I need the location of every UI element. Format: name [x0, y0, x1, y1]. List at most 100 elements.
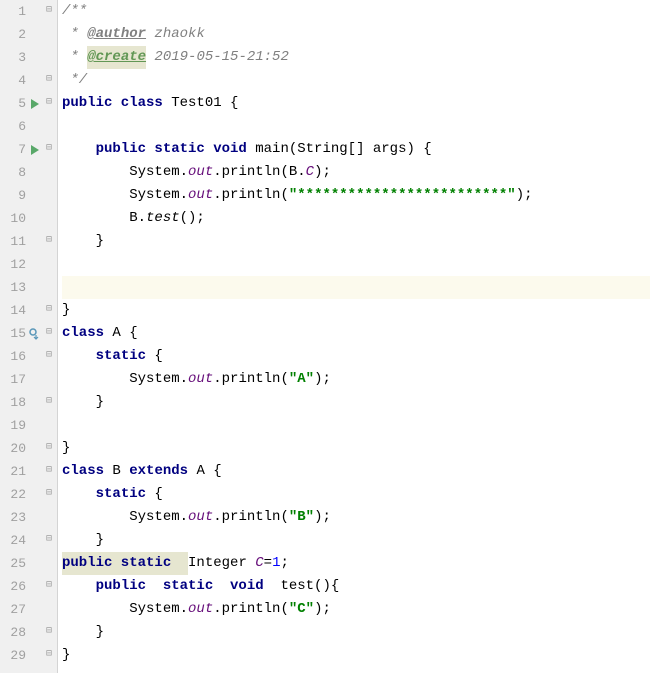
- line-number: 15: [0, 323, 28, 344]
- code-line[interactable]: B.test();: [62, 207, 650, 230]
- code-line[interactable]: }: [62, 230, 650, 253]
- code-line[interactable]: public static Integer C=1;: [62, 552, 650, 575]
- gutter-row[interactable]: 2: [0, 23, 57, 46]
- gutter-row[interactable]: 1⊟: [0, 0, 57, 23]
- gutter-row[interactable]: 5⊟: [0, 92, 57, 115]
- code-token: Test01 {: [171, 92, 238, 115]
- code-token: .println(: [213, 598, 289, 621]
- code-token: "B": [289, 506, 314, 529]
- code-line[interactable]: /**: [62, 0, 650, 23]
- code-line[interactable]: public static void main(String[] args) {: [62, 138, 650, 161]
- code-line[interactable]: static {: [62, 483, 650, 506]
- gutter-row[interactable]: 4⊟: [0, 69, 57, 92]
- gutter-row[interactable]: 8: [0, 161, 57, 184]
- code-editor[interactable]: /** * @author zhaokk * @create 2019-05-1…: [58, 0, 650, 673]
- gutter-row[interactable]: 18⊟: [0, 391, 57, 414]
- code-line[interactable]: }: [62, 621, 650, 644]
- code-line[interactable]: }: [62, 529, 650, 552]
- fold-toggle[interactable]: ⊟: [42, 95, 56, 112]
- fold-toggle[interactable]: ⊟: [42, 348, 56, 365]
- code-line[interactable]: * @author zhaokk: [62, 23, 650, 46]
- run-icon[interactable]: [28, 145, 42, 155]
- code-line[interactable]: System.out.println("C");: [62, 598, 650, 621]
- gutter-row[interactable]: 19: [0, 414, 57, 437]
- gutter-row[interactable]: 6: [0, 115, 57, 138]
- code-line[interactable]: }: [62, 391, 650, 414]
- run-icon[interactable]: [28, 99, 42, 109]
- code-token: public class: [62, 92, 171, 115]
- code-line[interactable]: */: [62, 69, 650, 92]
- code-line[interactable]: * @create 2019-05-15-21:52: [62, 46, 650, 69]
- fold-toggle[interactable]: ⊟: [42, 463, 56, 480]
- code-line[interactable]: }: [62, 299, 650, 322]
- gutter-row[interactable]: 27: [0, 598, 57, 621]
- fold-toggle[interactable]: ⊟: [42, 486, 56, 503]
- gutter-row[interactable]: 16⊟: [0, 345, 57, 368]
- gutter-row[interactable]: 25: [0, 552, 57, 575]
- line-number: 26: [0, 576, 28, 597]
- code-line[interactable]: }: [62, 437, 650, 460]
- gutter-row[interactable]: 11⊟: [0, 230, 57, 253]
- code-line[interactable]: [62, 115, 650, 138]
- line-number: 19: [0, 415, 28, 436]
- gutter: 1⊟234⊟5⊟67⊟891011⊟121314⊟15⊟16⊟1718⊟1920…: [0, 0, 58, 673]
- code-line[interactable]: static {: [62, 345, 650, 368]
- fold-toggle[interactable]: ⊟: [42, 532, 56, 549]
- gutter-row[interactable]: 12: [0, 253, 57, 276]
- gutter-row[interactable]: 9: [0, 184, 57, 207]
- fold-toggle[interactable]: ⊟: [42, 325, 56, 342]
- code-line[interactable]: class B extends A {: [62, 460, 650, 483]
- code-token: public static void: [96, 138, 256, 161]
- gutter-row[interactable]: 24⊟: [0, 529, 57, 552]
- line-number: 23: [0, 507, 28, 528]
- gutter-row[interactable]: 10: [0, 207, 57, 230]
- code-token: /**: [62, 0, 87, 23]
- gutter-row[interactable]: 20⊟: [0, 437, 57, 460]
- code-line[interactable]: [62, 414, 650, 437]
- fold-toggle[interactable]: ⊟: [42, 624, 56, 641]
- gutter-row[interactable]: 14⊟: [0, 299, 57, 322]
- gutter-row[interactable]: 28⊟: [0, 621, 57, 644]
- fold-toggle[interactable]: ⊟: [42, 647, 56, 664]
- code-token: System.: [62, 506, 188, 529]
- code-line[interactable]: System.out.println("B");: [62, 506, 650, 529]
- code-line[interactable]: [62, 276, 650, 299]
- code-token: Integer: [188, 552, 255, 575]
- code-line[interactable]: class A {: [62, 322, 650, 345]
- code-token: out: [188, 506, 213, 529]
- fold-toggle[interactable]: ⊟: [42, 141, 56, 158]
- fold-toggle[interactable]: ⊟: [42, 3, 56, 20]
- implements-icon[interactable]: [28, 328, 42, 340]
- fold-toggle[interactable]: ⊟: [42, 394, 56, 411]
- code-token: out: [188, 184, 213, 207]
- gutter-row[interactable]: 15 ⊟: [0, 322, 57, 345]
- fold-toggle[interactable]: ⊟: [42, 72, 56, 89]
- code-token: }: [62, 230, 104, 253]
- code-token: );: [314, 598, 331, 621]
- fold-toggle[interactable]: ⊟: [42, 578, 56, 595]
- fold-toggle[interactable]: ⊟: [42, 302, 56, 319]
- gutter-row[interactable]: 3: [0, 46, 57, 69]
- gutter-row[interactable]: 29⊟: [0, 644, 57, 667]
- gutter-row[interactable]: 21⊟: [0, 460, 57, 483]
- gutter-row[interactable]: 23: [0, 506, 57, 529]
- code-token: out: [188, 598, 213, 621]
- fold-toggle[interactable]: ⊟: [42, 440, 56, 457]
- code-token: C: [255, 552, 263, 575]
- gutter-row[interactable]: 13: [0, 276, 57, 299]
- gutter-row[interactable]: 26 ⊟: [0, 575, 57, 598]
- gutter-row[interactable]: 17: [0, 368, 57, 391]
- fold-toggle[interactable]: ⊟: [42, 233, 56, 250]
- gutter-row[interactable]: 7⊟: [0, 138, 57, 161]
- code-token: *: [62, 23, 87, 46]
- code-token: test(){: [280, 575, 339, 598]
- code-line[interactable]: System.out.println(B.C);: [62, 161, 650, 184]
- code-line[interactable]: System.out.println("********************…: [62, 184, 650, 207]
- code-line[interactable]: System.out.println("A");: [62, 368, 650, 391]
- code-line[interactable]: public class Test01 {: [62, 92, 650, 115]
- code-line[interactable]: }: [62, 644, 650, 667]
- code-line[interactable]: [62, 253, 650, 276]
- code-token: */: [62, 69, 87, 92]
- gutter-row[interactable]: 22⊟: [0, 483, 57, 506]
- code-line[interactable]: public static void test(){: [62, 575, 650, 598]
